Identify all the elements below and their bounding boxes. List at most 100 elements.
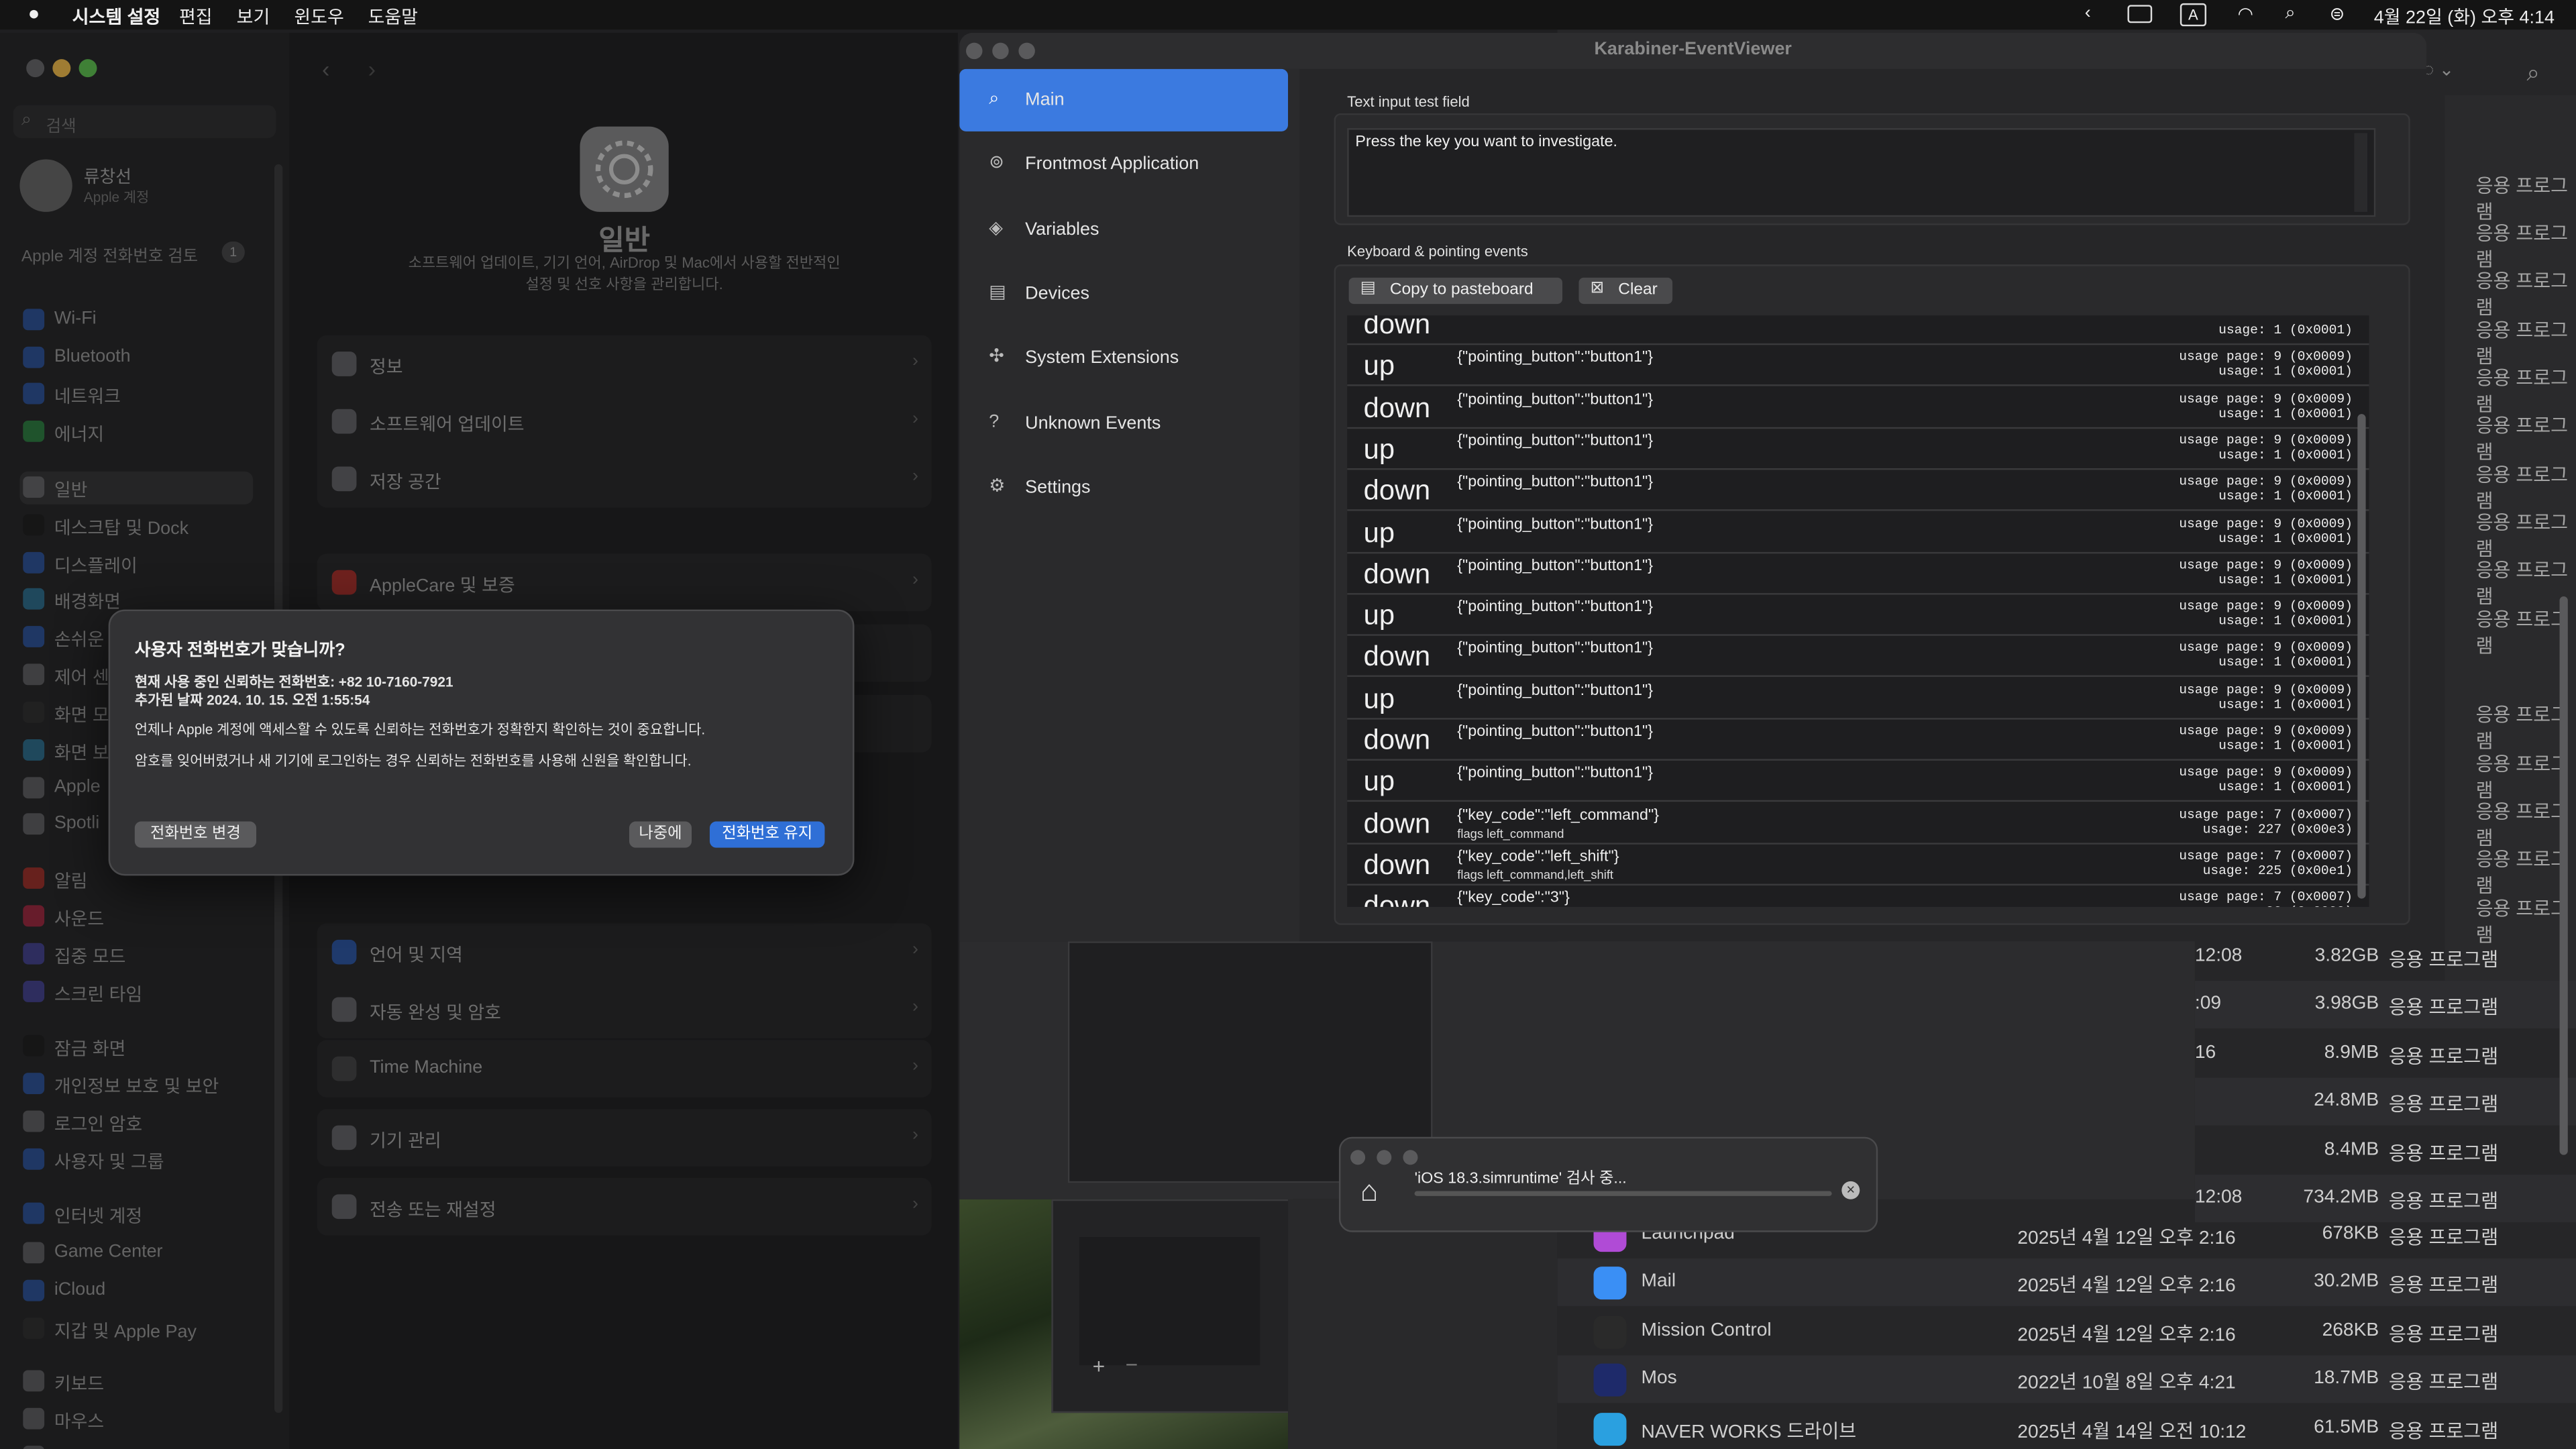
later-button[interactable]: 나중에 [629, 821, 692, 848]
text-scrollbar[interactable] [2354, 133, 2368, 212]
sidebar-item-main[interactable]: ⌕ Main [959, 68, 1289, 131]
event-usage: usage: 1 (0x0001) [2218, 490, 2353, 505]
finder-row-size: 18.7MB [2314, 1368, 2379, 1389]
event-type: down [1363, 724, 1431, 756]
event-usage: usage: 1 (0x0001) [2218, 573, 2353, 588]
menu-view[interactable]: 보기 [237, 3, 270, 30]
app-icon: ⊚ [989, 153, 1004, 173]
finder-row-kind: 응용 프로그램 [2388, 1047, 2499, 1068]
finder-row-size: 3.98GB [2314, 994, 2379, 1014]
clear-icon: ⊠ [1590, 279, 1605, 298]
copy-button-label: Copy to pasteboard [1389, 280, 1534, 299]
events-list[interactable]: down usage: 1 (0x0001) up {"pointing_button… [1347, 315, 2369, 907]
menu-help[interactable]: 도움말 [368, 3, 418, 30]
change-phone-button[interactable]: 전화번호 변경 [134, 821, 257, 848]
finder-row-date: 2025년 4월 12일 오후 2:16 [2017, 1325, 2236, 1346]
sidebar-item-variables[interactable]: ◈ Variables [959, 198, 1288, 260]
finder-row[interactable]: Mission Control 2025년 4월 12일 오후 2:16 268KB… [1558, 1307, 2576, 1355]
finder-row[interactable]: 16 8.9MB 응용 프로그램 [2195, 1030, 2576, 1077]
input-source-icon[interactable]: A [2180, 3, 2207, 27]
clear-button-label: Clear [1618, 280, 1658, 299]
event-flags: flags left_command [1457, 825, 1564, 841]
close-button[interactable] [1350, 1150, 1366, 1165]
finder-row-size: 3.82GB [2314, 946, 2379, 967]
sidebar-item-label: Devices [1025, 284, 1089, 304]
finder-kind-cell: 응용 프로그램 [2475, 466, 2569, 513]
event-type: down [1363, 315, 1431, 340]
phone-confirm-dialog: 사용자 전화번호가 맞습니까? 현재 사용 중인 신뢰하는 전화번호: +82 … [108, 609, 855, 876]
finder-row[interactable]: Mos 2022년 10월 8일 오후 4:21 18.7MB 응용 프로그램 [1557, 1355, 2576, 1403]
copy-to-pasteboard-button[interactable]: ▤ Copy to pasteboard [1348, 277, 1562, 305]
finder-row-date: 2022년 10월 8일 오후 4:21 [2017, 1373, 2236, 1394]
event-row: down{"key_code":"3"}flags left_command,l… [1347, 884, 2369, 907]
zoom-button[interactable] [1403, 1150, 1418, 1165]
gear-icon: ⚙ [989, 476, 1006, 496]
events-scrollbar[interactable] [2357, 414, 2366, 899]
event-usage-page: usage page: 9 (0x0009) [2179, 517, 2353, 532]
sidebar-item-devices[interactable]: ▤ Devices [959, 263, 1288, 325]
finder-row[interactable]: NAVER WORKS 드라이브 2025년 4월 14일 오전 10:12 61.… [1558, 1404, 2576, 1449]
event-usage-page: usage page: 9 (0x0009) [2179, 683, 2353, 698]
dialog-info-line-2: 암호를 잊어버렸거나 새 기기에 로그인하는 경우 신뢰하는 전화번호를 사용해… [134, 752, 692, 769]
sidebar-item-label: Frontmost Application [1025, 154, 1199, 175]
event-usage-page: usage page: 9 (0x0009) [2179, 433, 2353, 449]
finder-row-size: 8.4MB [2324, 1139, 2379, 1159]
sidebar-item-label: Variables [1025, 219, 1099, 239]
event-row: up {"pointing_button":"button1"} usage pag… [1347, 593, 2369, 636]
spotlight-icon[interactable]: ⌕ [2286, 3, 2296, 25]
event-json: {"key_code":"3"} [1457, 889, 1570, 907]
dialog-info-line: 언제나 Apple 계정에 액세스할 수 있도록 신뢰하는 전화번호가 정확한지… [134, 721, 706, 738]
clear-button[interactable]: ⊠ Clear [1578, 277, 1673, 305]
event-json: {"pointing_button":"button1"} [1457, 722, 1654, 741]
sidebar-item-unknown-events[interactable]: ? Unknown Events [959, 392, 1288, 454]
finder-row[interactable]: 24.8MB 응용 프로그램 [2194, 1078, 2576, 1126]
event-usage: usage: 1 (0x0001) [2218, 781, 2353, 796]
keep-phone-button[interactable]: 전화번호 유지 [709, 821, 825, 848]
remove-button[interactable]: − [1126, 1352, 1138, 1377]
finder-row-kind: 응용 프로그램 [2388, 1228, 2499, 1249]
cancel-icon[interactable]: × [1841, 1181, 1860, 1199]
menu-clock[interactable]: 4월 22일 (화) 오후 4:14 [2374, 3, 2555, 30]
event-usage: usage: 225 (0x00e1) [2202, 863, 2353, 879]
event-type: up [1363, 683, 1395, 714]
finder-row[interactable]: Mail 2025년 4월 12일 오후 2:16 30.2MB 응용 프로그램 [1557, 1258, 2576, 1307]
sidebar-item-frontmost-application[interactable]: ⊚ Frontmost Application [959, 133, 1288, 196]
sidebar-item-system-extensions[interactable]: ✣ System Extensions [959, 327, 1288, 390]
event-type: up [1363, 517, 1395, 548]
app-icon [1593, 1316, 1627, 1349]
karabiner-sidebar: ⌕ Main ⊚ Frontmost Application ◈ Variables ▤ De… [959, 68, 1300, 942]
wifi-icon[interactable]: ◠ [2238, 3, 2254, 25]
sidebar-item-settings[interactable]: ⚙ Settings [959, 456, 1288, 519]
search-icon[interactable]: ⌕ [2527, 59, 2540, 87]
archive-utility-icon: ⌂ [1360, 1175, 1379, 1208]
event-usage-page: usage page: 7 (0x0007) [2179, 807, 2353, 822]
finder-row-name: Mission Control [1641, 1320, 1772, 1340]
event-usage: usage: 32 (0x0020) [2210, 906, 2353, 907]
finder-row-kind: 응용 프로그램 [2388, 999, 2499, 1020]
event-usage-page: usage page: 9 (0x0009) [2179, 765, 2353, 782]
menu-app-name[interactable]: 시스템 설정 [72, 3, 160, 30]
event-row: down {"pointing_button":"button1"} usage p… [1347, 635, 2369, 678]
apple-icon[interactable]: ● [28, 1, 40, 24]
keyboard-status-icon[interactable] [2127, 5, 2153, 23]
event-row: down {"key_code":"left_command"} flags lef… [1347, 801, 2369, 844]
share-menu-icon[interactable]: ◌ ⌄ [2423, 59, 2454, 80]
menu-edit[interactable]: 편집 [179, 3, 213, 30]
event-usage: usage: 1 (0x0001) [2218, 531, 2353, 547]
collapse-icon[interactable]: ‹ [2085, 3, 2091, 23]
minimize-button[interactable] [1377, 1150, 1392, 1165]
finder-scrollbar[interactable] [2559, 596, 2568, 1155]
finder-row[interactable]: :09 3.98GB 응용 프로그램 [2194, 981, 2576, 1030]
finder-row[interactable]: 8.4MB 응용 프로그램 [2195, 1126, 2576, 1174]
text-input-field[interactable]: Press the key you want to investigate. [1347, 128, 2376, 217]
finder-row-size: 24.8MB [2314, 1091, 2379, 1111]
text-input-value: Press the key you want to investigate. [1355, 133, 1618, 152]
verification-progress-window: ⌂ 'iOS 18.3.simruntime' 검사 중... × [1338, 1136, 1878, 1232]
finder-kind-cell: 응용 프로그램 [2475, 514, 2569, 561]
event-row: down {"key_code":"left_shift"} flags left_… [1347, 843, 2369, 885]
menu-window[interactable]: 윈도우 [294, 3, 343, 30]
control-center-icon[interactable]: ⊜ [2330, 3, 2345, 25]
add-button[interactable]: + [1093, 1354, 1106, 1379]
event-row: up {"pointing_button":"button1"} usage pag… [1347, 676, 2369, 719]
event-type: down [1363, 890, 1431, 907]
